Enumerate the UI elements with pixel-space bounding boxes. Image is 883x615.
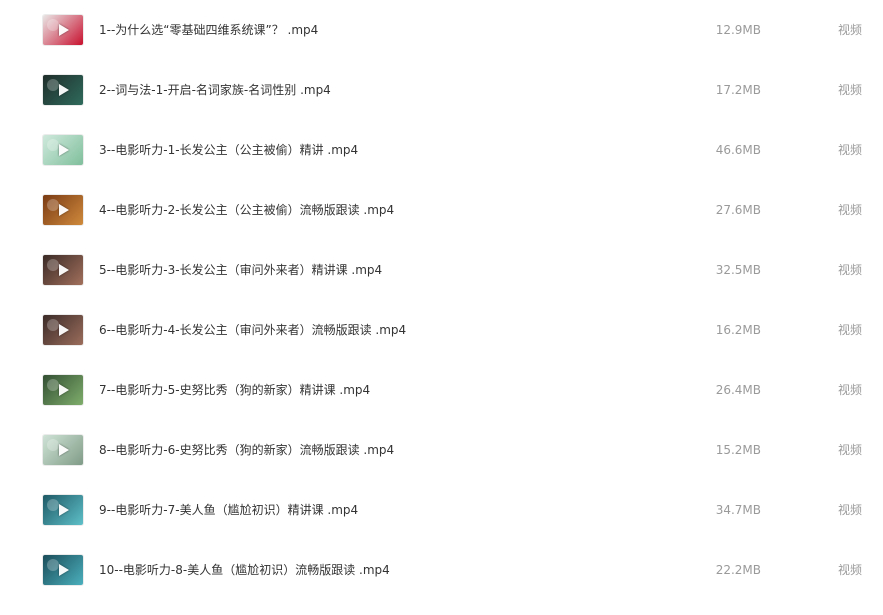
file-list: 1--为什么选“零基础四维系统课”？ .mp4 12.9MB 视频 2--词与法-1-… — [0, 0, 883, 607]
file-name[interactable]: 1--为什么选“零基础四维系统课”？ .mp4 — [99, 22, 318, 38]
file-size: 15.2MB — [715, 443, 761, 457]
video-thumbnail[interactable] — [43, 195, 83, 225]
file-type: 视频 — [837, 503, 862, 517]
file-name[interactable]: 9--电影听力-7-美人鱼（尴尬初识）精讲课 .mp4 — [99, 502, 358, 518]
file-size: 46.6MB — [715, 143, 761, 157]
file-name[interactable]: 3--电影听力-1-长发公主（公主被偷）精讲 .mp4 — [99, 142, 358, 158]
mermaid-scene-thumbnail-icon — [47, 559, 59, 571]
video-thumbnail[interactable] — [43, 15, 83, 45]
file-type: 视频 — [837, 143, 862, 157]
play-icon — [59, 144, 69, 156]
file-size: 16.2MB — [715, 323, 761, 337]
file-size: 26.4MB — [715, 383, 761, 397]
file-name[interactable]: 5--电影听力-3-长发公主（审问外来者）精讲课 .mp4 — [99, 262, 382, 278]
file-size: 27.6MB — [715, 203, 761, 217]
mermaid-scene-thumbnail-icon — [47, 499, 59, 511]
video-thumbnail[interactable] — [43, 75, 83, 105]
play-icon — [59, 24, 69, 36]
play-icon — [59, 84, 69, 96]
file-size: 12.9MB — [715, 23, 761, 37]
play-icon — [59, 204, 69, 216]
video-thumbnail[interactable] — [43, 135, 83, 165]
file-name[interactable]: 4--电影听力-2-长发公主（公主被偷）流畅版跟读 .mp4 — [99, 202, 394, 218]
file-row[interactable]: 4--电影听力-2-长发公主（公主被偷）流畅版跟读 .mp4 27.6MB 视频 — [0, 195, 883, 255]
file-type: 视频 — [837, 443, 862, 457]
file-type: 视频 — [837, 203, 862, 217]
video-thumbnail[interactable] — [43, 495, 83, 525]
file-row[interactable]: 9--电影听力-7-美人鱼（尴尬初识）精讲课 .mp4 34.7MB 视频 — [0, 495, 883, 555]
file-row[interactable]: 10--电影听力-8-美人鱼（尴尬初识）流畅版跟读 .mp4 22.2MB 视频 — [0, 555, 883, 615]
file-name[interactable]: 10--电影听力-8-美人鱼（尴尬初识）流畅版跟读 .mp4 — [99, 562, 390, 578]
cartoon-person-thumbnail-icon — [47, 139, 59, 151]
play-icon — [59, 264, 69, 276]
movie-scene-thumbnail-icon — [47, 319, 59, 331]
file-row[interactable]: 7--电影听力-5-史努比秀（狗的新家）精讲课 .mp4 26.4MB 视频 — [0, 375, 883, 435]
file-size: 22.2MB — [715, 563, 761, 577]
play-icon — [59, 504, 69, 516]
file-row[interactable]: 2--词与法-1-开启-名词家族-名词性别 .mp4 17.2MB 视频 — [0, 75, 883, 135]
file-type: 视频 — [837, 383, 862, 397]
cartoon-scene-thumbnail-icon — [47, 439, 59, 451]
play-icon — [59, 444, 69, 456]
play-icon — [59, 324, 69, 336]
file-type: 视频 — [837, 563, 862, 577]
file-row[interactable]: 5--电影听力-3-长发公主（审问外来者）精讲课 .mp4 32.5MB 视频 — [0, 255, 883, 315]
file-row[interactable]: 8--电影听力-6-史努比秀（狗的新家）流畅版跟读 .mp4 15.2MB 视频 — [0, 435, 883, 495]
file-row[interactable]: 1--为什么选“零基础四维系统课”？ .mp4 12.9MB 视频 — [0, 15, 883, 75]
play-icon — [59, 384, 69, 396]
file-name[interactable]: 7--电影听力-5-史努比秀（狗的新家）精讲课 .mp4 — [99, 382, 370, 398]
file-name[interactable]: 6--电影听力-4-长发公主（审问外来者）流畅版跟读 .mp4 — [99, 322, 406, 338]
play-icon — [59, 564, 69, 576]
video-thumbnail[interactable] — [43, 255, 83, 285]
movie-scene-thumbnail-icon — [47, 199, 59, 211]
file-name[interactable]: 2--词与法-1-开启-名词家族-名词性别 .mp4 — [99, 82, 331, 98]
file-size: 32.5MB — [715, 263, 761, 277]
file-type: 视频 — [837, 323, 862, 337]
file-row[interactable]: 6--电影听力-4-长发公主（审问外来者）流畅版跟读 .mp4 16.2MB 视频 — [0, 315, 883, 375]
file-type: 视频 — [837, 263, 862, 277]
file-type: 视频 — [837, 83, 862, 97]
video-thumbnail[interactable] — [43, 555, 83, 585]
file-name[interactable]: 8--电影听力-6-史努比秀（狗的新家）流畅版跟读 .mp4 — [99, 442, 394, 458]
flower-thumbnail-icon — [47, 19, 59, 31]
cartoon-scene-thumbnail-icon — [47, 379, 59, 391]
video-thumbnail[interactable] — [43, 375, 83, 405]
video-thumbnail[interactable] — [43, 435, 83, 465]
file-type: 视频 — [837, 23, 862, 37]
file-size: 34.7MB — [715, 503, 761, 517]
video-thumbnail[interactable] — [43, 315, 83, 345]
file-row[interactable]: 3--电影听力-1-长发公主（公主被偷）精讲 .mp4 46.6MB 视频 — [0, 135, 883, 195]
movie-scene-thumbnail-icon — [47, 259, 59, 271]
chalkboard-thumbnail-icon — [47, 79, 59, 91]
file-size: 17.2MB — [715, 83, 761, 97]
